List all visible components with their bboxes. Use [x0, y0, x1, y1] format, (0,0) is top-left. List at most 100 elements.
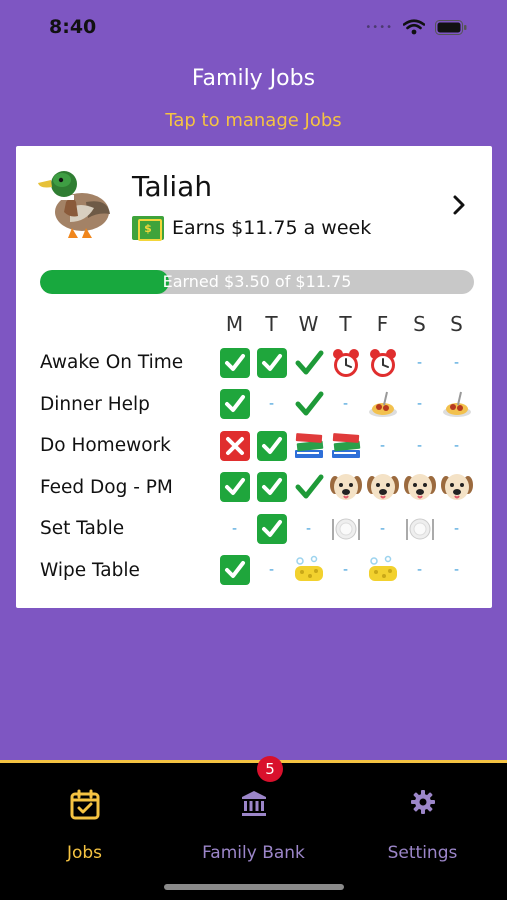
chevron-right-icon[interactable] — [452, 194, 466, 220]
bank-icon — [169, 789, 338, 817]
job-row: Wipe Table - - - - — [40, 550, 480, 592]
dash-text: - — [416, 562, 423, 579]
status-time: 8:40 — [49, 16, 97, 38]
dash-text: - — [231, 520, 238, 537]
tick-icon[interactable] — [290, 469, 327, 505]
job-name: Wipe Table — [40, 559, 140, 581]
home-indicator — [164, 884, 344, 890]
dog-icon[interactable] — [364, 469, 401, 505]
day-label: S — [413, 312, 426, 336]
sponge-icon[interactable] — [364, 552, 401, 588]
tab-settings-label: Settings — [387, 843, 458, 863]
job-row: Set Table - - - - — [40, 508, 480, 550]
earns-text: Earns $11.75 a week — [172, 217, 372, 239]
spaghetti-icon[interactable] — [364, 386, 401, 422]
empty-day-cell[interactable]: - — [401, 552, 438, 588]
dash-text: - — [453, 354, 460, 371]
books-icon[interactable] — [290, 428, 327, 464]
day-label: F — [376, 312, 389, 336]
empty-day-cell[interactable]: - — [401, 428, 438, 464]
manage-jobs-link[interactable]: Tap to manage Jobs — [0, 110, 507, 131]
empty-day-cell[interactable]: - — [401, 386, 438, 422]
dash-text: - — [416, 354, 423, 371]
job-name: Do Homework — [40, 435, 171, 457]
empty-day-cell[interactable]: - — [438, 345, 475, 381]
check-icon[interactable] — [253, 345, 290, 381]
job-name: Dinner Help — [40, 393, 150, 415]
dash-text: - — [342, 396, 349, 413]
dash-text: - — [416, 396, 423, 413]
earns-row: $ Earns $11.75 a week — [132, 216, 372, 241]
empty-day-cell[interactable]: - — [253, 552, 290, 588]
empty-day-cell[interactable]: - — [438, 428, 475, 464]
plate-icon[interactable] — [401, 511, 438, 547]
kid-card[interactable]: Taliah $ Earns $11.75 a week Earned $3.5… — [16, 146, 492, 608]
earnings-progress-bar: Earned $3.50 of $11.75 — [40, 270, 474, 294]
tab-family-bank[interactable]: Family Bank — [169, 763, 338, 873]
tab-bar: Jobs Family Bank Settings — [0, 760, 507, 900]
check-icon[interactable] — [216, 386, 253, 422]
progress-text: Earned $3.50 of $11.75 — [162, 272, 352, 291]
money-icon: $ — [132, 216, 164, 241]
job-name: Awake On Time — [40, 352, 184, 374]
check-icon[interactable] — [216, 469, 253, 505]
job-row: Feed Dog - PM — [40, 467, 480, 509]
empty-day-cell[interactable]: - — [438, 552, 475, 588]
tab-jobs[interactable]: Jobs — [0, 763, 169, 873]
status-bar: 8:40 •••• — [0, 0, 507, 56]
dog-icon[interactable] — [327, 469, 364, 505]
day-label: W — [298, 312, 319, 336]
page-title: Family Jobs — [191, 66, 316, 91]
dash-text: - — [268, 396, 275, 413]
day-label: M — [225, 312, 244, 336]
dash-text: - — [453, 437, 460, 454]
empty-day-cell[interactable]: - — [364, 428, 401, 464]
check-icon[interactable] — [253, 511, 290, 547]
empty-day-cell[interactable]: - — [327, 552, 364, 588]
empty-day-cell[interactable]: - — [216, 511, 253, 547]
day-label: S — [450, 312, 463, 336]
sponge-icon[interactable] — [290, 552, 327, 588]
jobs-grid: Awake On Time - - Dinner Help - - - Do Homework… — [40, 342, 480, 591]
gear-icon — [338, 789, 507, 815]
tick-icon[interactable] — [290, 386, 327, 422]
calendar-check-icon — [0, 789, 169, 821]
books-icon[interactable] — [327, 428, 364, 464]
spaghetti-icon[interactable] — [438, 386, 475, 422]
empty-day-cell[interactable]: - — [401, 345, 438, 381]
day-label: T — [265, 312, 278, 336]
empty-day-cell[interactable]: - — [327, 386, 364, 422]
duck-avatar-icon — [36, 162, 112, 240]
clock-icon[interactable] — [327, 345, 364, 381]
check-icon[interactable] — [216, 345, 253, 381]
tick-icon[interactable] — [290, 345, 327, 381]
dash-text: - — [342, 562, 349, 579]
day-label: T — [339, 312, 352, 336]
dash-text: - — [416, 437, 423, 454]
job-row: Awake On Time - - — [40, 342, 480, 384]
empty-day-cell[interactable]: - — [438, 511, 475, 547]
kid-name: Taliah — [132, 170, 213, 203]
battery-icon — [435, 19, 467, 35]
dash-text: - — [453, 562, 460, 579]
dash-text: - — [305, 520, 312, 537]
dash-text: - — [268, 562, 275, 579]
dash-text: - — [379, 437, 386, 454]
dog-icon[interactable] — [401, 469, 438, 505]
tab-settings[interactable]: Settings — [338, 763, 507, 873]
dog-icon[interactable] — [438, 469, 475, 505]
check-icon[interactable] — [253, 428, 290, 464]
check-icon[interactable] — [253, 469, 290, 505]
check-icon[interactable] — [216, 552, 253, 588]
plate-icon[interactable] — [327, 511, 364, 547]
dash-text: - — [379, 520, 386, 537]
tab-family-bank-label: Family Bank — [202, 843, 305, 863]
clock-icon[interactable] — [364, 345, 401, 381]
signal-icon: •••• — [365, 21, 393, 33]
empty-day-cell[interactable]: - — [290, 511, 327, 547]
notification-badge: 5 — [257, 756, 283, 782]
empty-day-cell[interactable]: - — [364, 511, 401, 547]
cross-icon[interactable] — [216, 428, 253, 464]
dash-text: - — [453, 520, 460, 537]
empty-day-cell[interactable]: - — [253, 386, 290, 422]
